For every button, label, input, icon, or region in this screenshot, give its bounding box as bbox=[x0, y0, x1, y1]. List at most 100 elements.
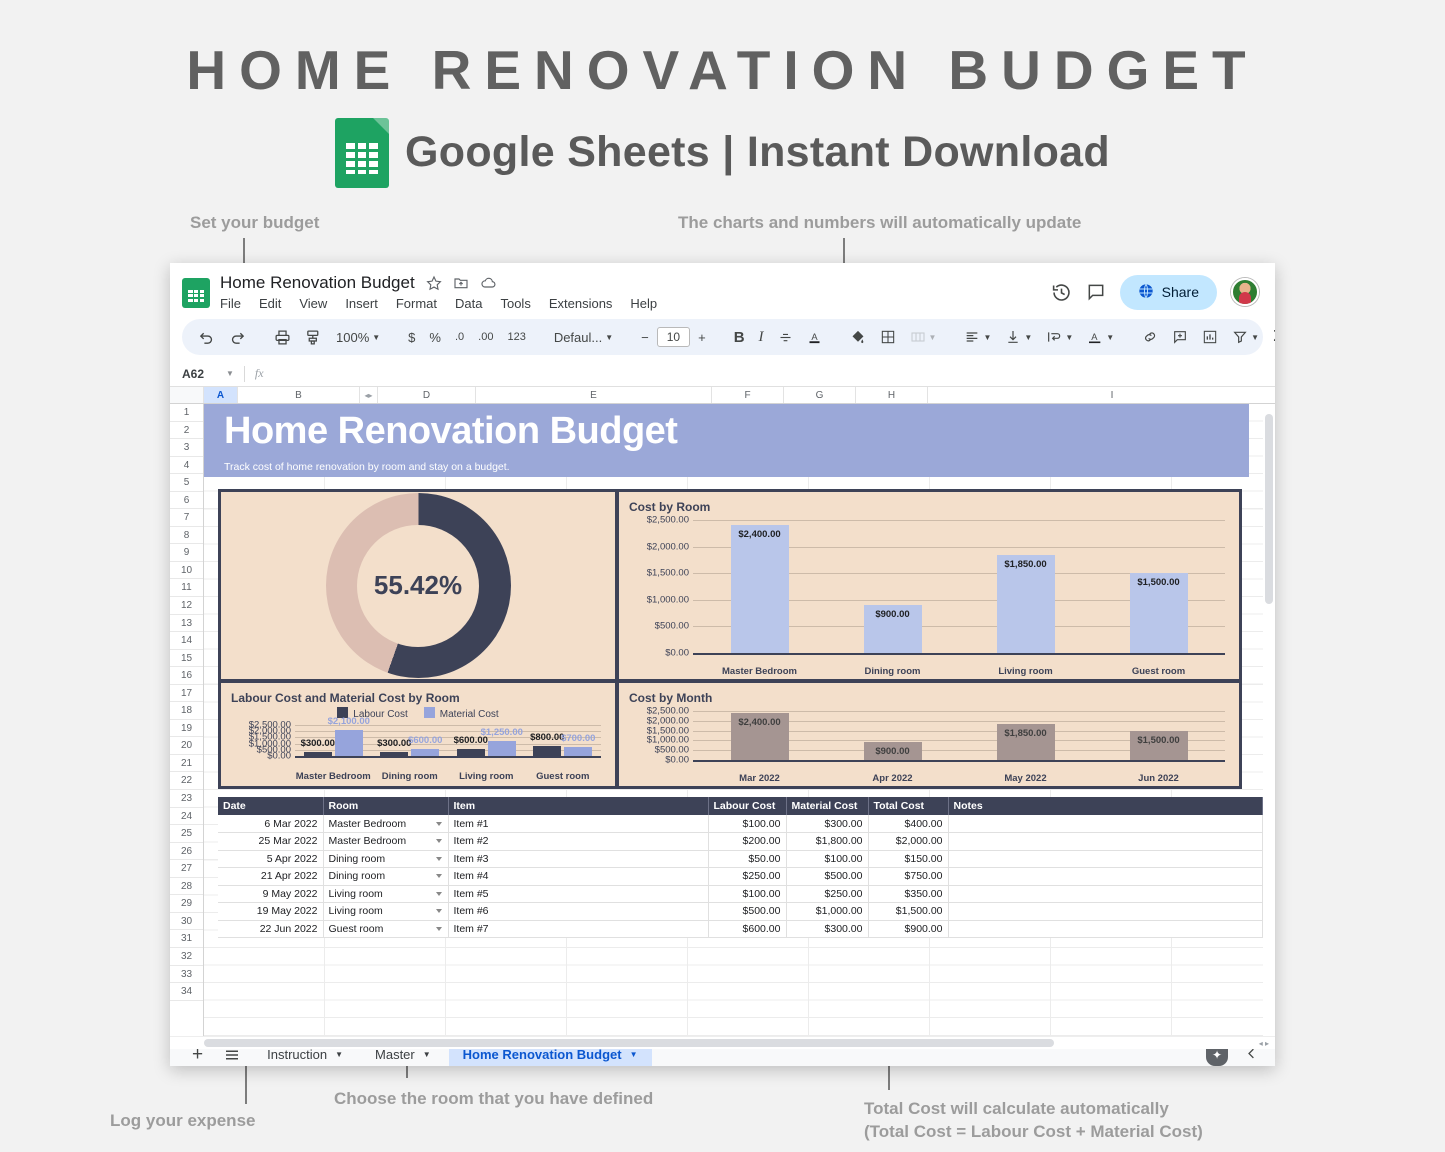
functions-button[interactable]: Σ bbox=[1267, 324, 1275, 350]
currency-format-button[interactable]: $ bbox=[402, 326, 421, 349]
text-rotation-icon[interactable]: A ▼ bbox=[1081, 325, 1120, 350]
table-row[interactable]: 22 Jun 2022 Guest room Item #7 $600.00 $… bbox=[218, 920, 1263, 938]
more-formats-button[interactable]: 123 bbox=[501, 327, 531, 347]
cell-room[interactable]: Guest room bbox=[323, 920, 449, 938]
menu-bar[interactable]: File Edit View Insert Format Data Tools … bbox=[220, 296, 657, 311]
cell-labour[interactable]: $500.00 bbox=[708, 902, 787, 921]
table-row[interactable]: 6 Mar 2022 Master Bedroom Item #1 $100.0… bbox=[218, 815, 1263, 833]
font-select[interactable]: Defaul... ▼ bbox=[548, 326, 619, 349]
cell-labour[interactable]: $100.00 bbox=[708, 815, 787, 833]
row-header[interactable]: 25 bbox=[170, 825, 203, 843]
row-header[interactable]: 16 bbox=[170, 667, 203, 685]
cloud-saved-icon[interactable] bbox=[480, 275, 497, 291]
column-header-h[interactable]: H bbox=[856, 387, 928, 403]
cell-total[interactable]: $400.00 bbox=[868, 815, 949, 833]
cell-notes[interactable] bbox=[948, 902, 1263, 921]
col-material[interactable]: Material Cost bbox=[786, 797, 869, 815]
row-header[interactable]: 18 bbox=[170, 702, 203, 720]
row-header[interactable]: 22 bbox=[170, 772, 203, 791]
cell-total[interactable]: $2,000.00 bbox=[868, 832, 949, 851]
chart-cost-by-room-panel[interactable]: Cost by Room $0.00 $500.00 $1,000.00 $1,… bbox=[619, 492, 1239, 679]
menu-item-edit[interactable]: Edit bbox=[259, 296, 281, 311]
insert-chart-icon[interactable] bbox=[1196, 325, 1224, 349]
cell-labour[interactable]: $600.00 bbox=[708, 920, 787, 938]
cell-notes[interactable] bbox=[948, 815, 1263, 833]
row-header[interactable]: 20 bbox=[170, 737, 203, 755]
cell-total[interactable]: $750.00 bbox=[868, 867, 949, 886]
row-header[interactable]: 31 bbox=[170, 930, 203, 948]
row-header[interactable]: 12 bbox=[170, 597, 203, 615]
chart-donut-panel[interactable]: 55.42% bbox=[221, 492, 615, 679]
bold-button[interactable]: B bbox=[728, 325, 751, 350]
row-header[interactable]: 17 bbox=[170, 685, 203, 703]
scroll-step-icons[interactable]: ◂ ▸ bbox=[1259, 1039, 1275, 1048]
cell-notes[interactable] bbox=[948, 867, 1263, 886]
cell-date[interactable]: 19 May 2022 bbox=[218, 902, 324, 921]
row-header[interactable]: 34 bbox=[170, 983, 203, 1001]
column-header-f[interactable]: F bbox=[712, 387, 784, 403]
cell-notes[interactable] bbox=[948, 920, 1263, 938]
row-header[interactable]: 8 bbox=[170, 527, 203, 545]
menu-item-file[interactable]: File bbox=[220, 296, 241, 311]
column-header-b[interactable]: B bbox=[238, 387, 360, 403]
print-icon[interactable] bbox=[268, 325, 297, 350]
cell-item[interactable]: Item #1 bbox=[448, 815, 709, 833]
column-header-e[interactable]: E bbox=[476, 387, 712, 403]
row-header[interactable]: 7 bbox=[170, 509, 203, 527]
row-header[interactable]: 33 bbox=[170, 966, 203, 984]
table-row[interactable]: 9 May 2022 Living room Item #5 $100.00 $… bbox=[218, 885, 1263, 903]
cell-total[interactable]: $1,500.00 bbox=[868, 902, 949, 921]
sheet-canvas[interactable]: Home Renovation Budget Track cost of hom… bbox=[204, 404, 1275, 1036]
row-header[interactable]: 11 bbox=[170, 579, 203, 598]
menu-item-tools[interactable]: Tools bbox=[500, 296, 530, 311]
cell-item[interactable]: Item #2 bbox=[448, 832, 709, 851]
row-header[interactable]: 1 bbox=[170, 404, 203, 422]
paint-format-icon[interactable] bbox=[299, 325, 328, 350]
vertical-scrollbar[interactable] bbox=[1263, 404, 1275, 1036]
merge-cells-icon[interactable]: ▼ bbox=[904, 325, 943, 349]
select-all-corner[interactable] bbox=[170, 387, 204, 403]
undo-icon[interactable] bbox=[192, 325, 221, 350]
cell-item[interactable]: Item #5 bbox=[448, 885, 709, 903]
chevron-down-icon[interactable]: ▼ bbox=[630, 1050, 638, 1059]
col-item[interactable]: Item bbox=[448, 797, 709, 815]
table-row[interactable]: 19 May 2022 Living room Item #6 $500.00 … bbox=[218, 902, 1263, 921]
row-header[interactable]: 26 bbox=[170, 843, 203, 861]
row-header[interactable]: 4 bbox=[170, 457, 203, 475]
text-wrap-icon[interactable]: ▼ bbox=[1040, 325, 1079, 349]
table-row[interactable]: 5 Apr 2022 Dining room Item #3 $50.00 $1… bbox=[218, 850, 1263, 868]
row-header[interactable]: 19 bbox=[170, 720, 203, 738]
menu-item-extensions[interactable]: Extensions bbox=[549, 296, 613, 311]
row-header[interactable]: 24 bbox=[170, 808, 203, 826]
col-labour[interactable]: Labour Cost bbox=[708, 797, 787, 815]
cell-item[interactable]: Item #7 bbox=[448, 920, 709, 938]
comment-icon[interactable] bbox=[1086, 282, 1106, 302]
horizontal-align-icon[interactable]: ▼ bbox=[958, 325, 997, 349]
row-header[interactable]: 2 bbox=[170, 422, 203, 440]
decrease-font-size-button[interactable]: − bbox=[635, 326, 655, 349]
column-header-a[interactable]: A bbox=[204, 387, 238, 403]
vertical-align-icon[interactable]: ▼ bbox=[999, 325, 1038, 349]
table-row[interactable]: 21 Apr 2022 Dining room Item #4 $250.00 … bbox=[218, 867, 1263, 886]
row-header[interactable]: 27 bbox=[170, 860, 203, 878]
font-size-input[interactable]: 10 bbox=[656, 327, 691, 347]
cell-labour[interactable]: $50.00 bbox=[708, 850, 787, 868]
row-header[interactable]: 29 bbox=[170, 895, 203, 913]
insert-comment-icon[interactable] bbox=[1166, 325, 1194, 349]
cell-labour[interactable]: $100.00 bbox=[708, 885, 787, 903]
vertical-scroll-thumb[interactable] bbox=[1265, 414, 1273, 604]
cell-item[interactable]: Item #6 bbox=[448, 902, 709, 921]
cell-date[interactable]: 5 Apr 2022 bbox=[218, 850, 324, 868]
document-title[interactable]: Home Renovation Budget bbox=[220, 273, 415, 293]
menu-item-insert[interactable]: Insert bbox=[345, 296, 378, 311]
row-header[interactable]: 14 bbox=[170, 632, 203, 650]
col-notes[interactable]: Notes bbox=[948, 797, 1263, 815]
cell-room[interactable]: Master Bedroom bbox=[323, 815, 449, 833]
collapsed-column-handle[interactable]: ◂▸ bbox=[360, 387, 378, 403]
cell-date[interactable]: 25 Mar 2022 bbox=[218, 832, 324, 851]
row-header[interactable]: 32 bbox=[170, 948, 203, 966]
cell-material[interactable]: $1,800.00 bbox=[786, 832, 869, 851]
cell-material[interactable]: $100.00 bbox=[786, 850, 869, 868]
menu-item-view[interactable]: View bbox=[299, 296, 327, 311]
cell-reference-input[interactable]: A62 bbox=[170, 367, 226, 381]
